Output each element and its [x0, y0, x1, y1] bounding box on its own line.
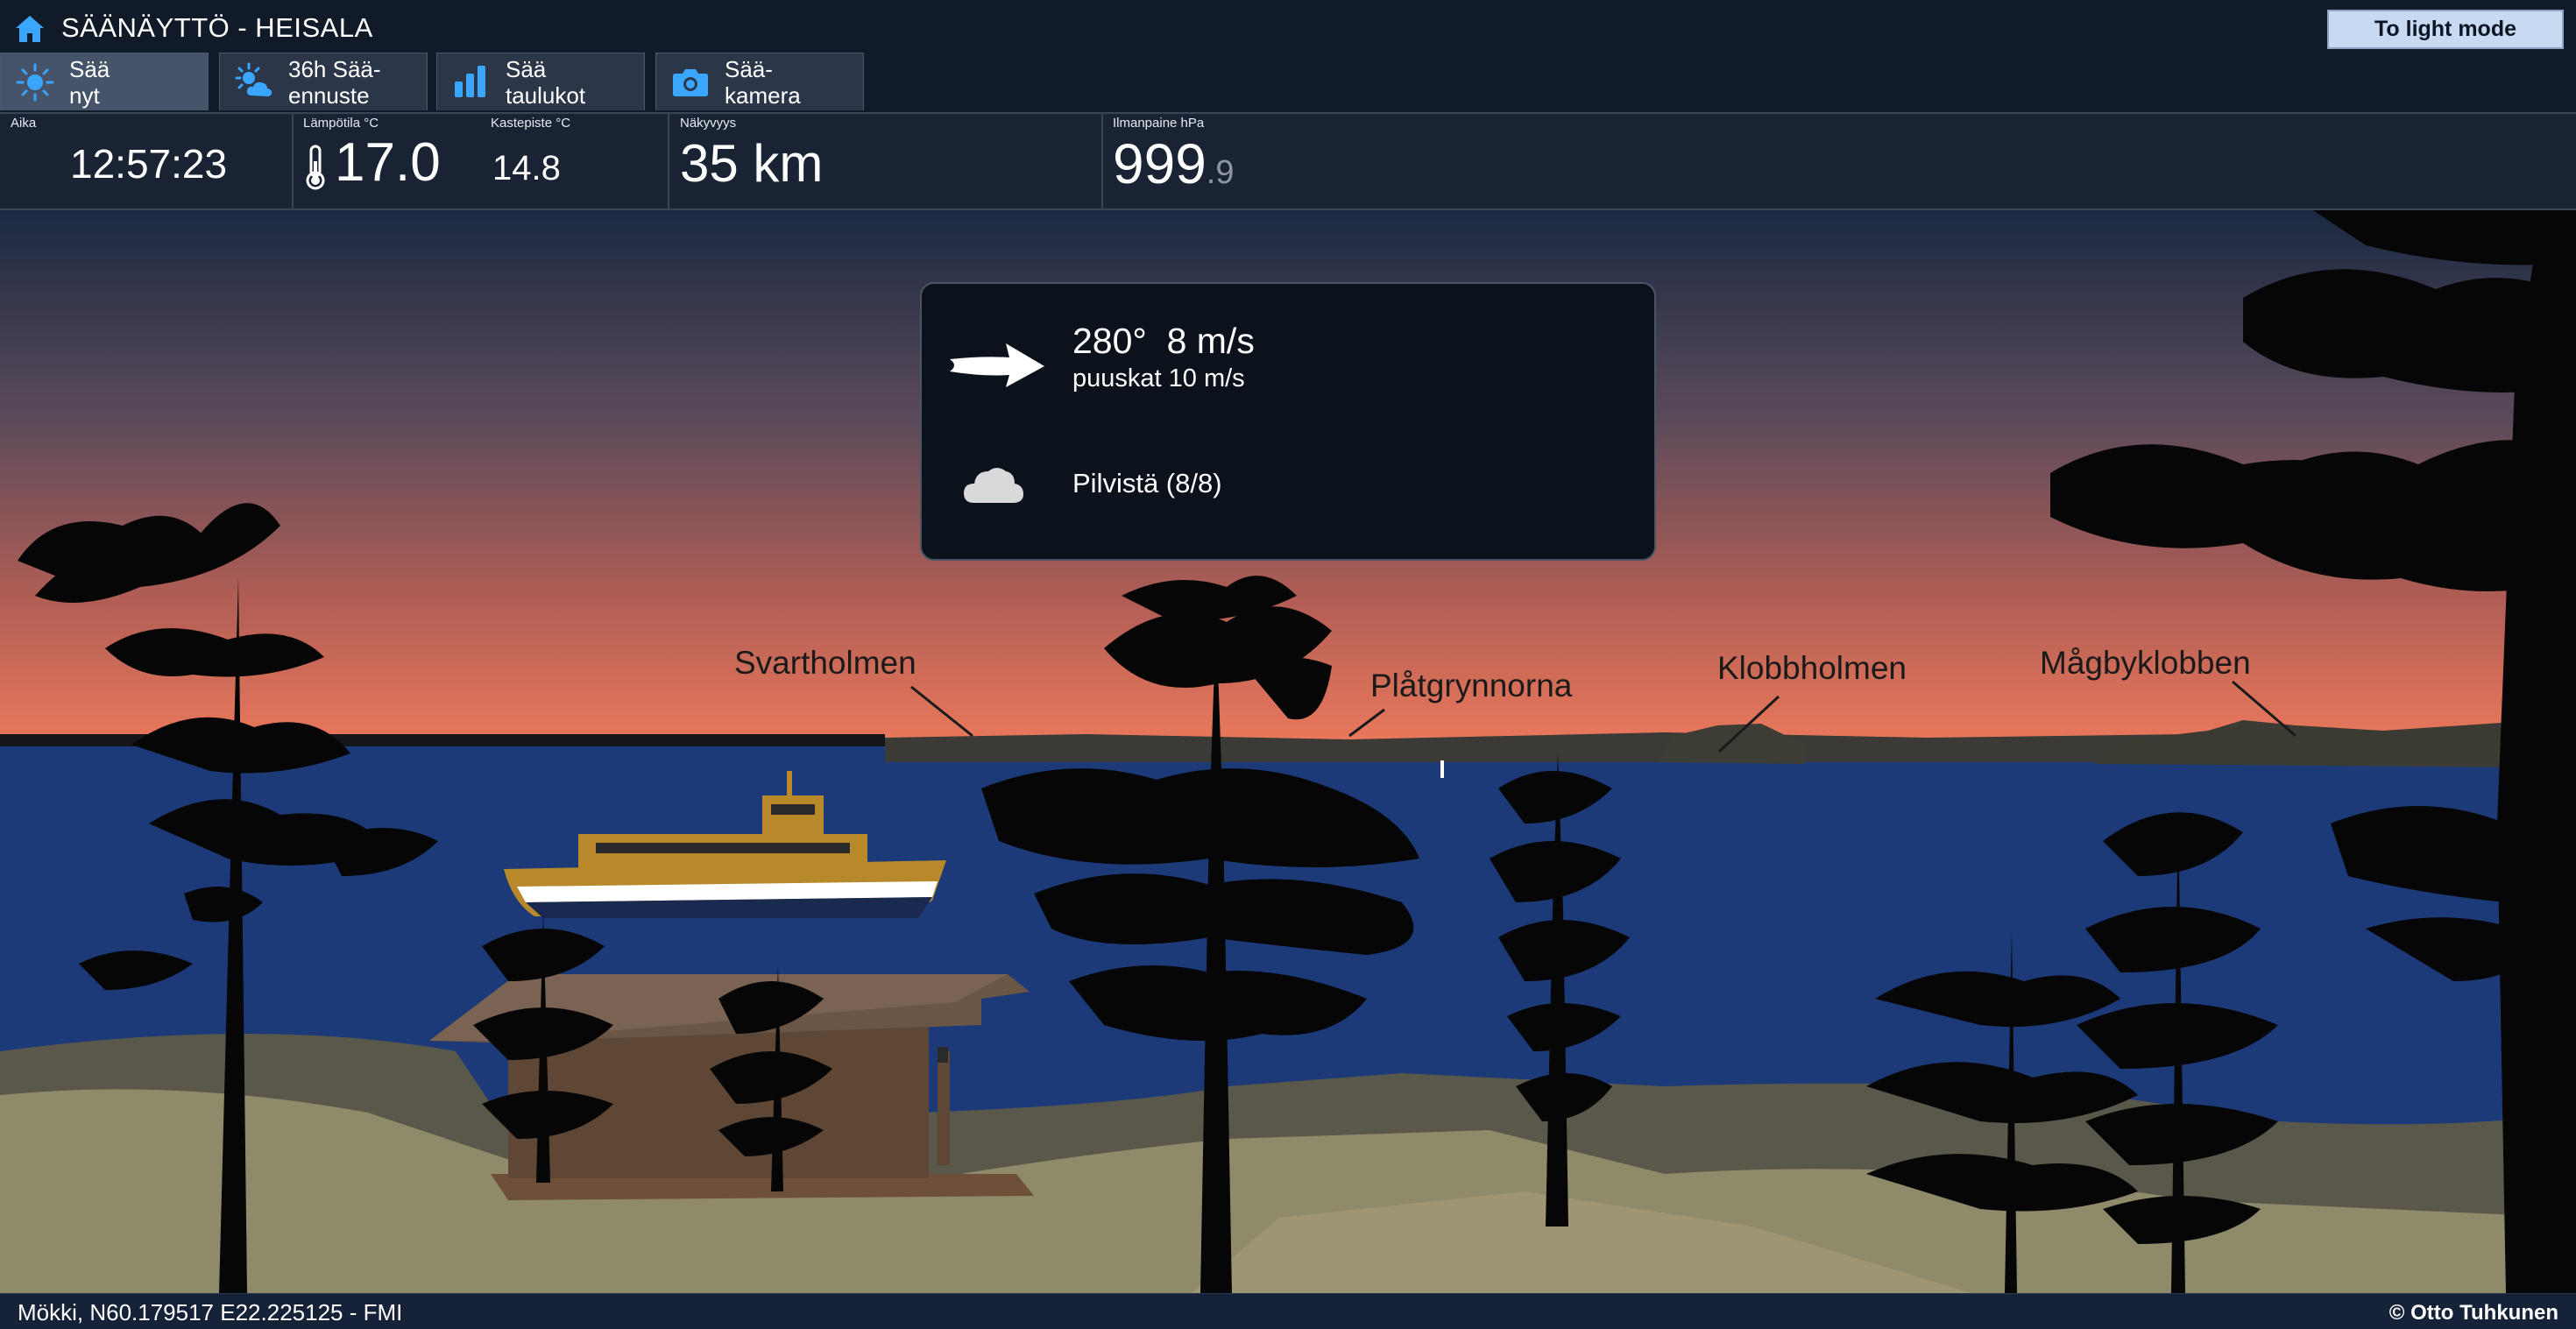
tab-weather-camera[interactable]: Sää- kamera	[655, 53, 864, 110]
pressure-label: Ilmanpaine hPa	[1113, 116, 1205, 131]
cloud-icon	[964, 468, 1023, 503]
theme-toggle-button[interactable]: To light mode	[2327, 10, 2564, 49]
place-label-magbyklobben: Mågbyklobben	[2040, 645, 2251, 681]
temperature-value: 17.0	[335, 132, 441, 193]
sun-icon	[16, 63, 54, 101]
place-label-platgrynnorna: Plåtgrynnorna	[1370, 668, 1573, 703]
tab-label: Sää- kamera	[725, 55, 801, 109]
footer-location: Mökki, N60.179517 E22.225125 - FMI	[18, 1299, 403, 1325]
dewpoint-label: Kastepiste °C	[491, 116, 571, 131]
footer-credit: © Otto Tuhkunen	[2388, 1301, 2558, 1325]
home-icon[interactable]	[14, 14, 46, 44]
footer-bar: Mökki, N60.179517 E22.225125 - FMI © Ott…	[0, 1293, 2576, 1329]
tab-label: 36h Sää- ennuste	[288, 55, 381, 109]
place-label-klobbholmen: Klobbholmen	[1717, 650, 1907, 686]
stats-divider	[292, 114, 294, 209]
camera-icon	[673, 68, 708, 96]
pressure-value: 999.9	[1113, 131, 1234, 196]
stats-divider	[1101, 114, 1103, 209]
stats-bar: Aika 12:57:23 Lämpötila °C 17.0 Kastepis…	[0, 112, 2576, 210]
weather-card: 280° 8 m/s puuskat 10 m/s Pilvistä (8/8)	[920, 282, 1656, 561]
cloud-cover-text: Pilvistä (8/8)	[1072, 468, 1222, 498]
visibility-value: 35 km	[680, 134, 824, 193]
bar-chart-icon	[455, 65, 485, 97]
wind-direction-arrow-icon	[950, 343, 1044, 387]
header-bar: SÄÄNÄYTTÖ - HEISALA To light mode Sää ny…	[0, 0, 2576, 112]
tab-forecast-36h[interactable]: 36h Sää- ennuste	[219, 53, 428, 110]
tab-weather-tables[interactable]: Sää taulukot	[436, 53, 645, 110]
pressure-decimal: .9	[1206, 154, 1235, 191]
wind-speed-text: 280° 8 m/s	[1072, 321, 1255, 361]
tab-label: Sää nyt	[69, 55, 110, 109]
place-label-svartholmen: Svartholmen	[734, 645, 916, 681]
time-label: Aika	[11, 116, 37, 131]
stats-divider	[668, 114, 669, 209]
wind-gust-text: puuskat 10 m/s	[1072, 364, 1245, 392]
visibility-label: Näkyvyys	[680, 116, 737, 131]
time-value: 12:57:23	[70, 141, 228, 187]
app-title: SÄÄNÄYTTÖ - HEISALA	[61, 12, 373, 43]
sun-cloud-icon	[235, 62, 272, 96]
thermometer-icon	[306, 145, 325, 190]
temperature-label: Lämpötila °C	[303, 116, 379, 131]
tab-weather-now[interactable]: Sää nyt	[0, 53, 209, 110]
dewpoint-value: 14.8	[492, 149, 561, 187]
tab-label: Sää taulukot	[506, 55, 586, 109]
pressure-integer: 999	[1113, 132, 1207, 195]
